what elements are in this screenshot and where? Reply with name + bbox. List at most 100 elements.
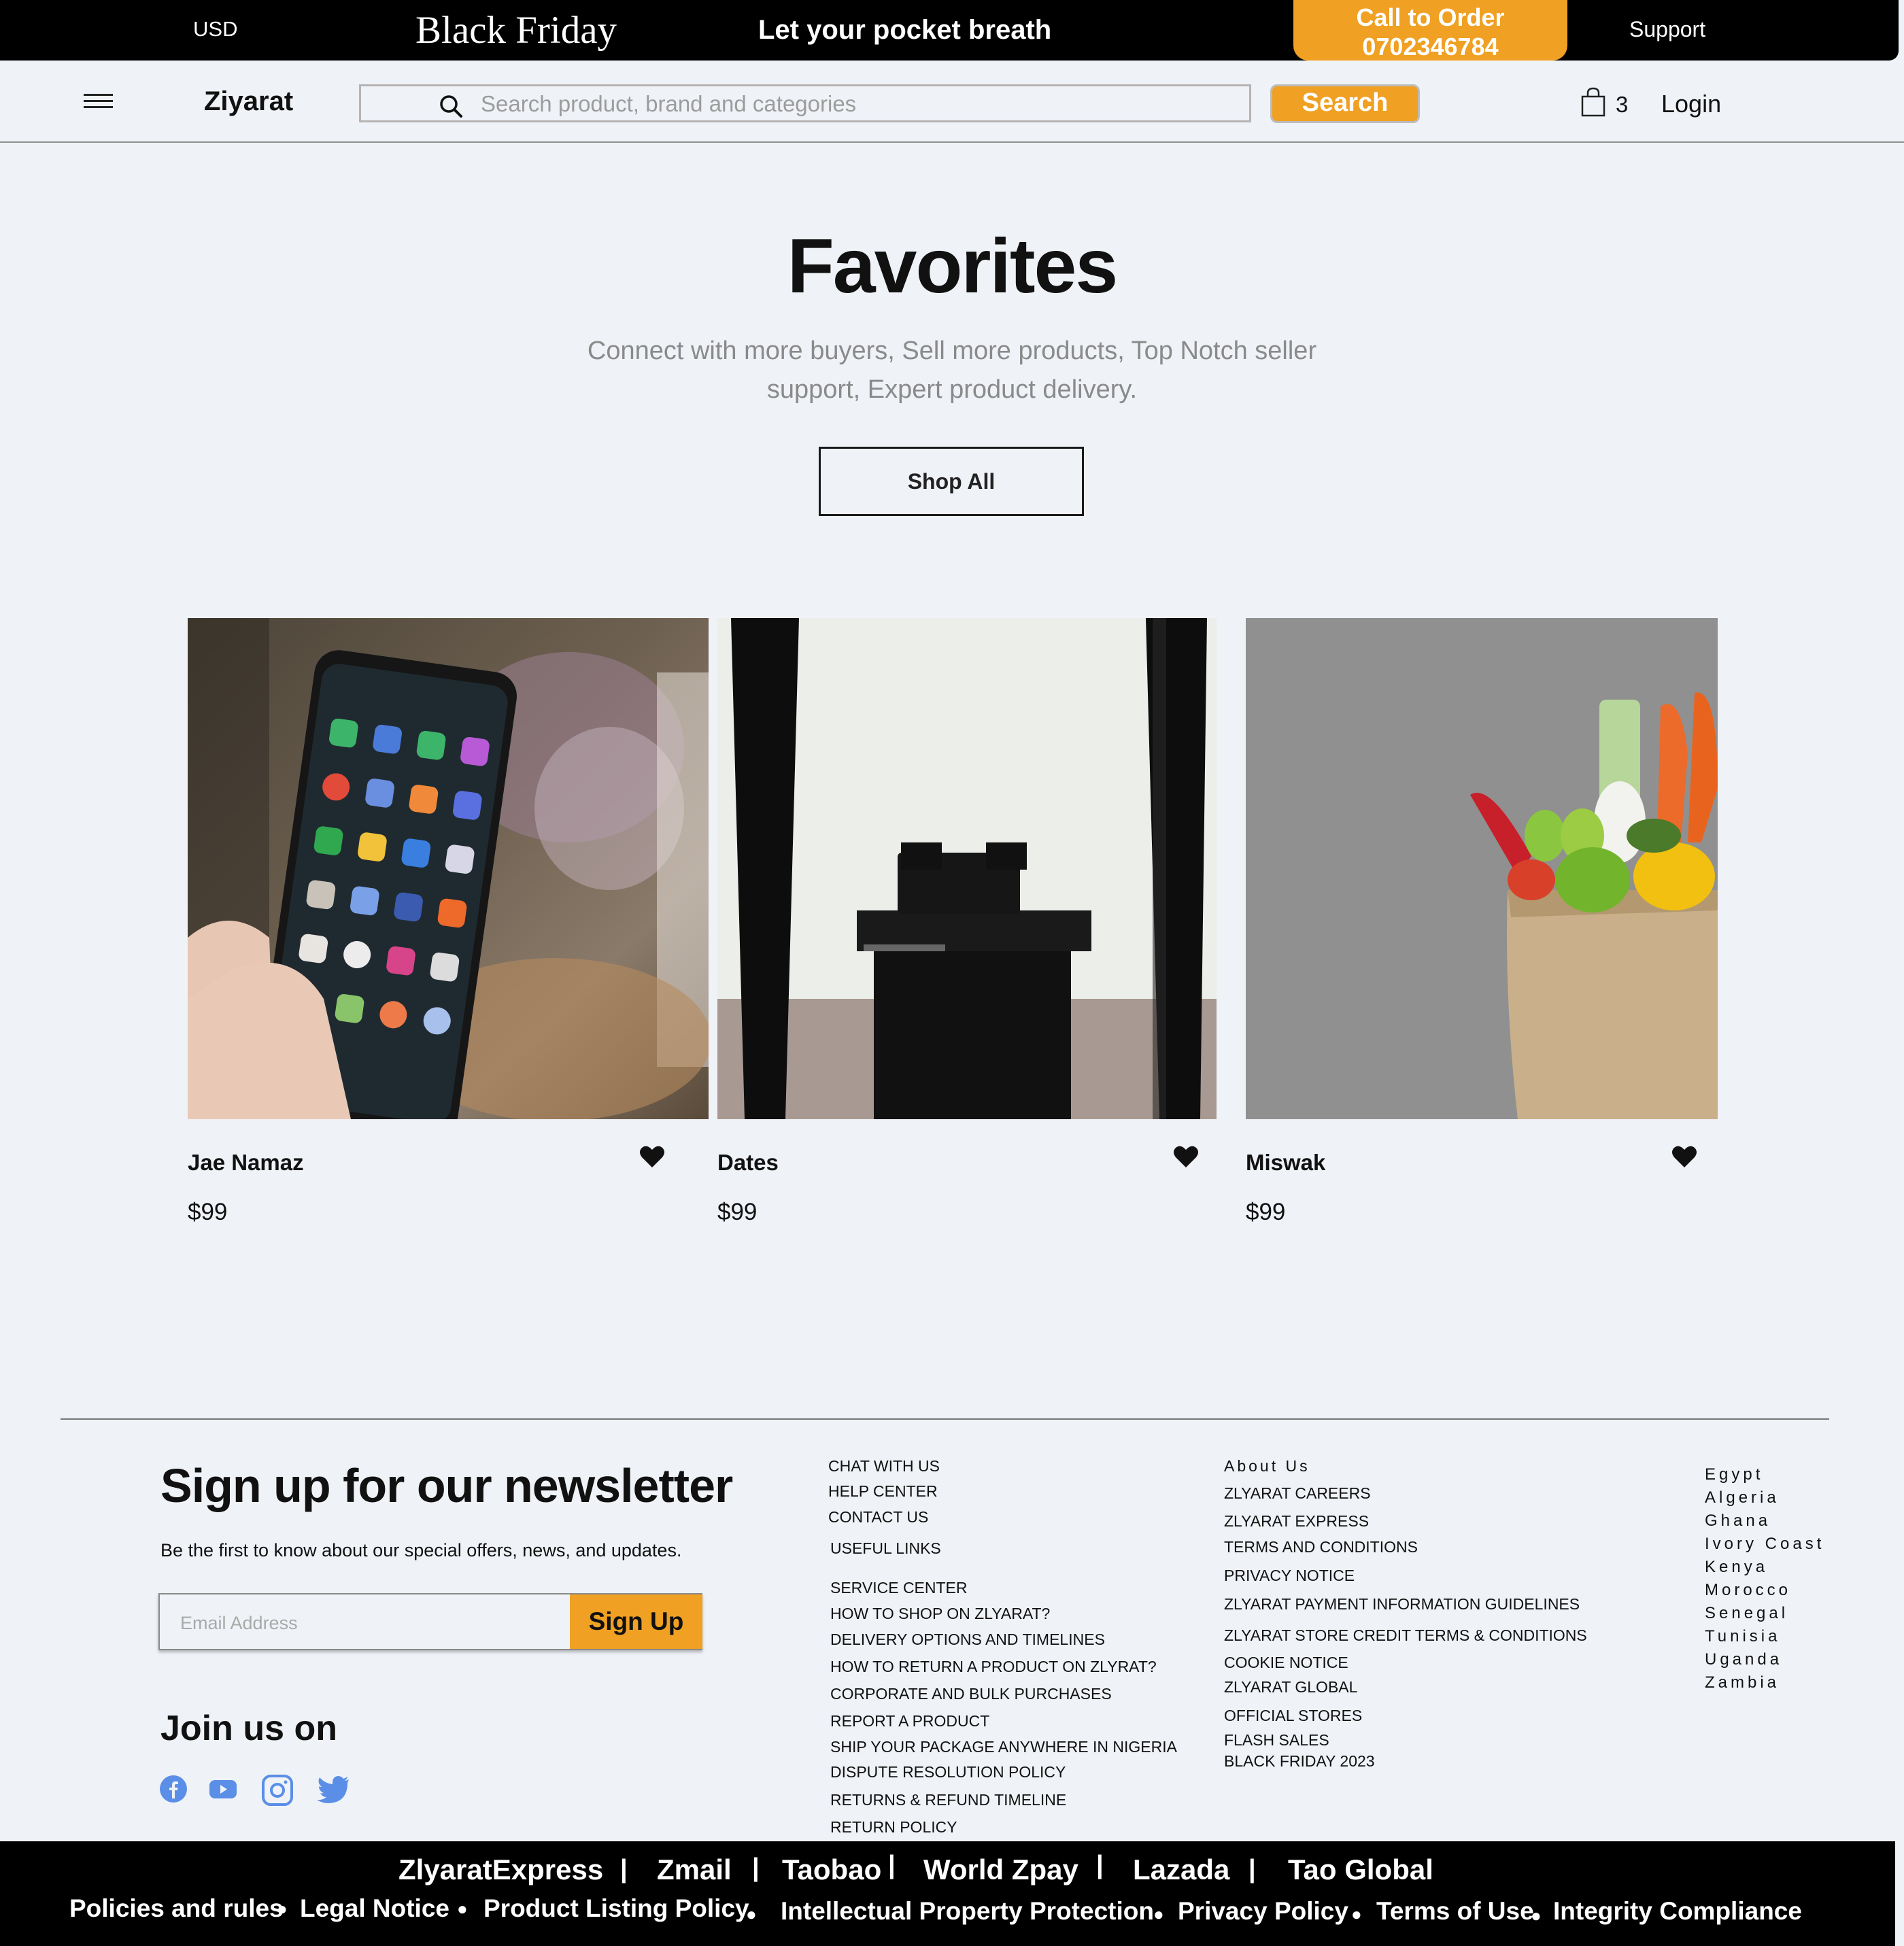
- twitter-icon[interactable]: [316, 1774, 350, 1804]
- separator: |: [1096, 1851, 1104, 1879]
- site-logo[interactable]: Ziyarat: [204, 86, 293, 117]
- footer-link-help-center[interactable]: HELP CENTER: [828, 1482, 938, 1501]
- cart-count: 3: [1616, 92, 1629, 117]
- bullet: ●: [746, 1904, 757, 1924]
- brand-link[interactable]: ZlyaratExpress: [398, 1854, 603, 1886]
- footer-link-payment-guidelines[interactable]: ZLYARAT PAYMENT INFORMATION GUIDELINES: [1224, 1595, 1580, 1614]
- call-to-order-label: Call to Order: [1356, 3, 1505, 31]
- country-link[interactable]: Uganda: [1705, 1650, 1782, 1669]
- newsletter-form: Sign Up: [158, 1593, 702, 1650]
- policy-link[interactable]: Integrity Compliance: [1553, 1897, 1802, 1926]
- footer-link-delivery-options[interactable]: DELIVERY OPTIONS AND TIMELINES: [830, 1631, 1105, 1649]
- product-image-phone[interactable]: [188, 618, 709, 1119]
- bullet: ●: [277, 1898, 288, 1919]
- country-link[interactable]: Senegal: [1705, 1604, 1788, 1623]
- brand-link[interactable]: Lazada: [1133, 1854, 1229, 1886]
- separator: |: [620, 1855, 628, 1883]
- brand-link[interactable]: Zmail: [657, 1854, 732, 1886]
- product-name[interactable]: Jae Namaz: [188, 1150, 304, 1176]
- country-link[interactable]: Egypt: [1705, 1465, 1763, 1484]
- slogan: Let your pocket breath: [758, 15, 1052, 45]
- product-name[interactable]: Miswak: [1246, 1150, 1325, 1176]
- newsletter-title: Sign up for our newsletter: [160, 1459, 733, 1512]
- bullet: ●: [1153, 1904, 1164, 1924]
- country-link[interactable]: Tunisia: [1705, 1627, 1780, 1646]
- policy-link[interactable]: Terms of Use: [1376, 1897, 1534, 1926]
- footer-heading-useful-links: USEFUL LINKS: [830, 1539, 941, 1557]
- policy-link[interactable]: Intellectual Property Protection: [781, 1897, 1154, 1926]
- policy-link[interactable]: Privacy Policy: [1178, 1897, 1348, 1926]
- footer-link-corporate[interactable]: CORPORATE AND BULK PURCHASES: [830, 1685, 1112, 1703]
- country-link[interactable]: Zambia: [1705, 1673, 1780, 1692]
- policy-link[interactable]: Product Listing Policy: [483, 1894, 749, 1923]
- country-link[interactable]: Ghana: [1705, 1512, 1771, 1531]
- footer-link-contact[interactable]: CONTACT US: [828, 1508, 928, 1526]
- footer-link-service-center[interactable]: SERVICE CENTER: [830, 1579, 968, 1597]
- search-icon: [440, 95, 462, 118]
- bottom-bar: ZlyaratExpress | Zmail | Taobao | World …: [0, 1841, 1895, 1946]
- newsletter-subtitle: Be the first to know about our special o…: [160, 1540, 682, 1560]
- heart-icon[interactable]: [639, 1145, 665, 1168]
- facebook-icon[interactable]: [158, 1774, 188, 1804]
- brand-link[interactable]: Tao Global: [1288, 1854, 1433, 1886]
- country-link[interactable]: Morocco: [1705, 1581, 1791, 1600]
- footer-link-report-product[interactable]: REPORT A PRODUCT: [830, 1712, 989, 1730]
- separator: |: [1248, 1855, 1256, 1883]
- footer-link-ship-package[interactable]: SHIP YOUR PACKAGE ANYWHERE IN NIGERIA: [830, 1738, 1177, 1756]
- product-name[interactable]: Dates: [717, 1150, 779, 1176]
- footer-link-how-to-return[interactable]: HOW TO RETURN A PRODUCT ON ZLYRAT?: [830, 1658, 1157, 1676]
- footer-link-express[interactable]: ZLYARAT EXPRESS: [1224, 1512, 1369, 1531]
- country-link[interactable]: Kenya: [1705, 1558, 1768, 1577]
- separator: |: [888, 1851, 896, 1879]
- country-link[interactable]: Ivory Coast: [1705, 1535, 1824, 1554]
- shop-all-button[interactable]: Shop All: [819, 447, 1084, 516]
- footer-link-about-us[interactable]: About Us: [1224, 1457, 1310, 1475]
- heart-icon[interactable]: [1173, 1145, 1199, 1168]
- sign-up-button[interactable]: Sign Up: [570, 1594, 702, 1649]
- login-link[interactable]: Login: [1661, 90, 1721, 118]
- footer-link-global[interactable]: ZLYARAT GLOBAL: [1224, 1678, 1357, 1696]
- page-subtitle: Connect with more buyers, Sell more prod…: [587, 337, 1317, 404]
- policy-link[interactable]: Policies and rules: [69, 1894, 284, 1923]
- shopping-bag-icon[interactable]: [1580, 86, 1606, 118]
- search-input[interactable]: [481, 90, 1215, 118]
- footer-link-privacy-notice[interactable]: PRIVACY NOTICE: [1224, 1567, 1355, 1585]
- currency-selector[interactable]: USD: [193, 17, 237, 41]
- country-link[interactable]: Algeria: [1705, 1488, 1780, 1507]
- product-price: $99: [717, 1199, 758, 1225]
- footer-link-official-stores[interactable]: OFFICIAL STORES: [1224, 1707, 1362, 1725]
- footer-link-dispute[interactable]: DISPUTE RESOLUTION POLICY: [830, 1763, 1066, 1781]
- footer-link-chat[interactable]: CHAT WITH US: [828, 1457, 940, 1475]
- heart-icon[interactable]: [1671, 1145, 1697, 1168]
- youtube-icon[interactable]: [209, 1774, 237, 1804]
- call-to-order-number: 0702346784: [1362, 33, 1499, 61]
- footer-link-how-to-shop[interactable]: HOW TO SHOP ON ZLYARAT?: [830, 1605, 1050, 1623]
- footer-link-terms[interactable]: TERMS AND CONDITIONS: [1224, 1538, 1418, 1556]
- top-bar: USD Black Friday Let your pocket breath …: [0, 0, 1899, 61]
- product-image-groceries[interactable]: [1246, 618, 1718, 1119]
- site-header: Ziyarat Search 3 Login: [0, 61, 1904, 143]
- product-price: $99: [1246, 1199, 1286, 1225]
- brand-link[interactable]: World Zpay: [923, 1854, 1078, 1886]
- hamburger-menu-icon[interactable]: [84, 94, 113, 109]
- support-link[interactable]: Support: [1629, 17, 1705, 42]
- brand-link[interactable]: Taobao: [782, 1854, 881, 1886]
- email-input[interactable]: [180, 1609, 534, 1637]
- footer-link-cookie-notice[interactable]: COOKIE NOTICE: [1224, 1654, 1348, 1672]
- separator: |: [752, 1854, 760, 1882]
- instagram-icon[interactable]: [261, 1774, 294, 1807]
- bullet: ●: [457, 1898, 468, 1919]
- policy-link[interactable]: Legal Notice: [300, 1894, 449, 1923]
- call-to-order-button[interactable]: Call to Order 0702346784: [1293, 0, 1567, 61]
- search-bar: [359, 84, 1251, 122]
- footer-link-store-credit[interactable]: ZLYARAT STORE CREDIT TERMS & CONDITIONS: [1224, 1626, 1587, 1645]
- search-button[interactable]: Search: [1270, 84, 1420, 123]
- footer-link-black-friday-2023[interactable]: BLACK FRIDAY 2023: [1224, 1752, 1375, 1771]
- footer-link-refund-timeline[interactable]: RETURNS & REFUND TIMELINE: [830, 1791, 1066, 1809]
- black-friday-promo[interactable]: Black Friday: [415, 8, 617, 52]
- footer-link-flash-sales[interactable]: FLASH SALES: [1224, 1731, 1329, 1749]
- footer-link-return-policy[interactable]: RETURN POLICY: [830, 1818, 957, 1837]
- footer-link-careers[interactable]: ZLYARAT CAREERS: [1224, 1484, 1371, 1503]
- footer-divider: [61, 1418, 1829, 1420]
- product-image-speakers[interactable]: [717, 618, 1217, 1119]
